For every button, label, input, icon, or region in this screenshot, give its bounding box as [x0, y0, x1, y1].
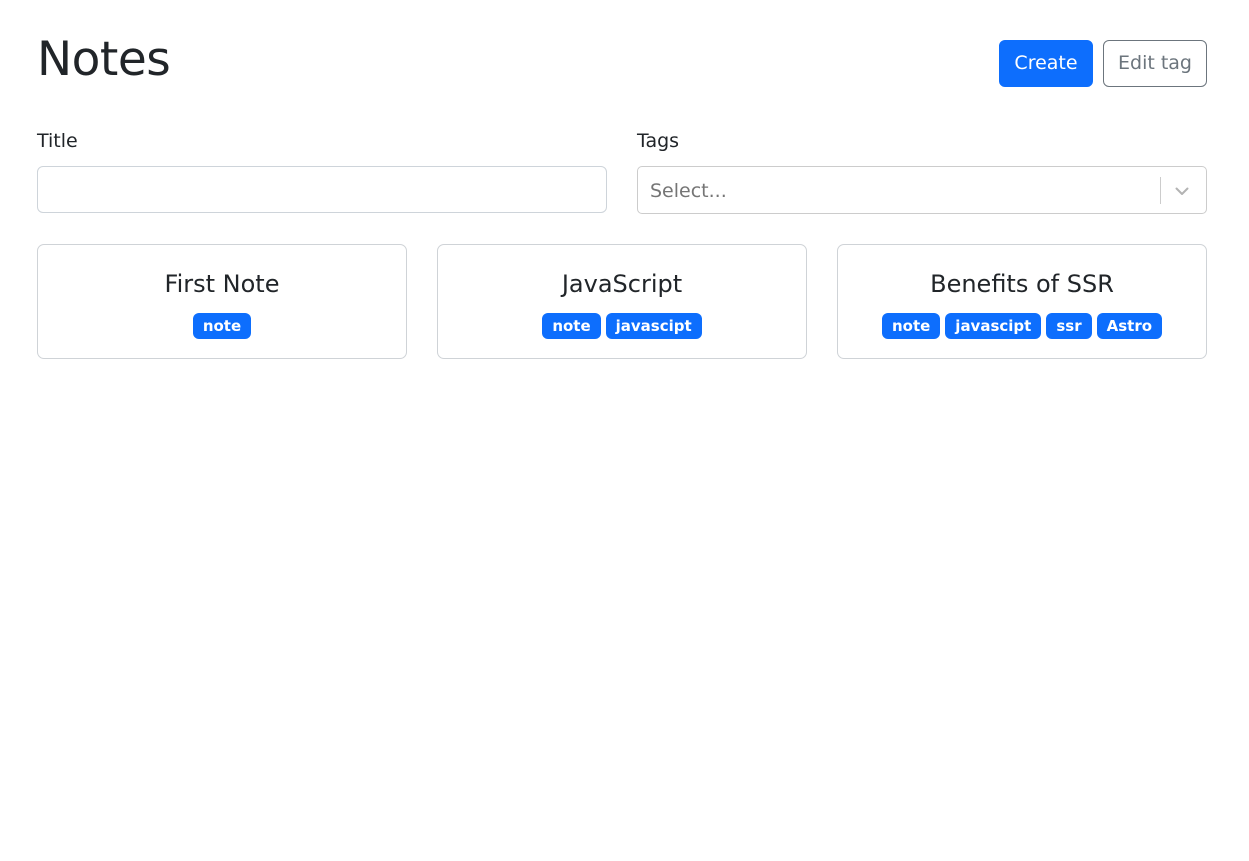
note-card[interactable]: First Note note	[37, 244, 407, 359]
tag-badge: ssr	[1046, 313, 1092, 339]
tag-badge: note	[542, 313, 601, 339]
note-card-title: Benefits of SSR	[930, 270, 1114, 298]
note-tags: note javascipt ssr Astro	[838, 313, 1206, 339]
tags-label: Tags	[637, 130, 680, 152]
page-title: Notes	[37, 32, 171, 87]
tags-select[interactable]: Select...	[637, 166, 1207, 214]
title-label: Title	[37, 130, 78, 152]
tag-badge: javascipt	[605, 313, 702, 339]
note-card-title: First Note	[164, 270, 280, 298]
create-button[interactable]: Create	[999, 40, 1093, 87]
tag-badge: javascipt	[945, 313, 1042, 339]
notes-page: Notes Create Edit tag Title Tags Select.…	[0, 0, 1249, 861]
note-tags: note	[38, 313, 406, 339]
note-card[interactable]: JavaScript note javascipt	[437, 244, 807, 359]
note-tags: note javascipt	[438, 313, 806, 339]
note-card[interactable]: Benefits of SSR note javascipt ssr Astro	[837, 244, 1207, 359]
tag-badge: note	[881, 313, 941, 339]
edit-tag-button[interactable]: Edit tag	[1103, 40, 1207, 87]
select-indicator-separator	[1160, 177, 1161, 204]
tag-badge: Astro	[1096, 313, 1163, 339]
chevron-down-icon[interactable]	[1174, 183, 1190, 199]
tag-badge: note	[192, 313, 252, 339]
note-card-title: JavaScript	[561, 270, 683, 298]
title-input[interactable]	[37, 166, 607, 213]
tags-select-placeholder: Select...	[650, 180, 727, 202]
